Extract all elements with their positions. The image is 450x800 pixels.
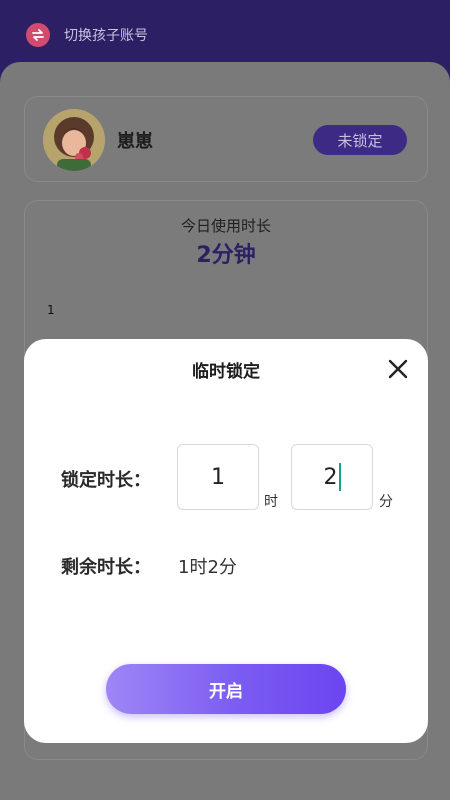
text-caret <box>338 463 341 491</box>
switch-arrows-icon <box>26 23 50 47</box>
minutes-input[interactable]: 2 <box>291 444 373 510</box>
child-card[interactable]: 崽崽 未锁定 <box>24 96 428 182</box>
switch-child-button[interactable]: 切换孩子账号 <box>26 22 148 48</box>
remaining-value: 1时2分 <box>178 557 237 578</box>
minutes-unit: 分 <box>379 494 393 510</box>
hours-input[interactable]: 1 <box>177 444 259 510</box>
temporary-lock-dialog: 临时锁定 锁定时长： 1 时 2 分 剩余时长： 1时2分 开启 <box>24 339 428 743</box>
dialog-title: 临时锁定 <box>192 362 260 382</box>
close-icon[interactable] <box>386 357 410 381</box>
hours-value: 1 <box>211 464 225 490</box>
lock-duration-label: 锁定时长： <box>61 470 151 491</box>
minutes-value: 2 <box>323 464 338 490</box>
avatar <box>43 109 105 171</box>
lock-status-badge[interactable]: 未锁定 <box>313 125 407 155</box>
usage-value: 2分钟 <box>196 243 256 268</box>
usage-title: 今日使用时长 <box>180 217 271 235</box>
chart-axis-tick: 1 <box>47 303 55 317</box>
hours-unit: 时 <box>264 494 278 510</box>
switch-child-label: 切换孩子账号 <box>64 28 148 44</box>
child-name: 崽崽 <box>117 131 153 152</box>
start-button[interactable]: 开启 <box>106 664 346 714</box>
remaining-label: 剩余时长： <box>61 557 151 578</box>
